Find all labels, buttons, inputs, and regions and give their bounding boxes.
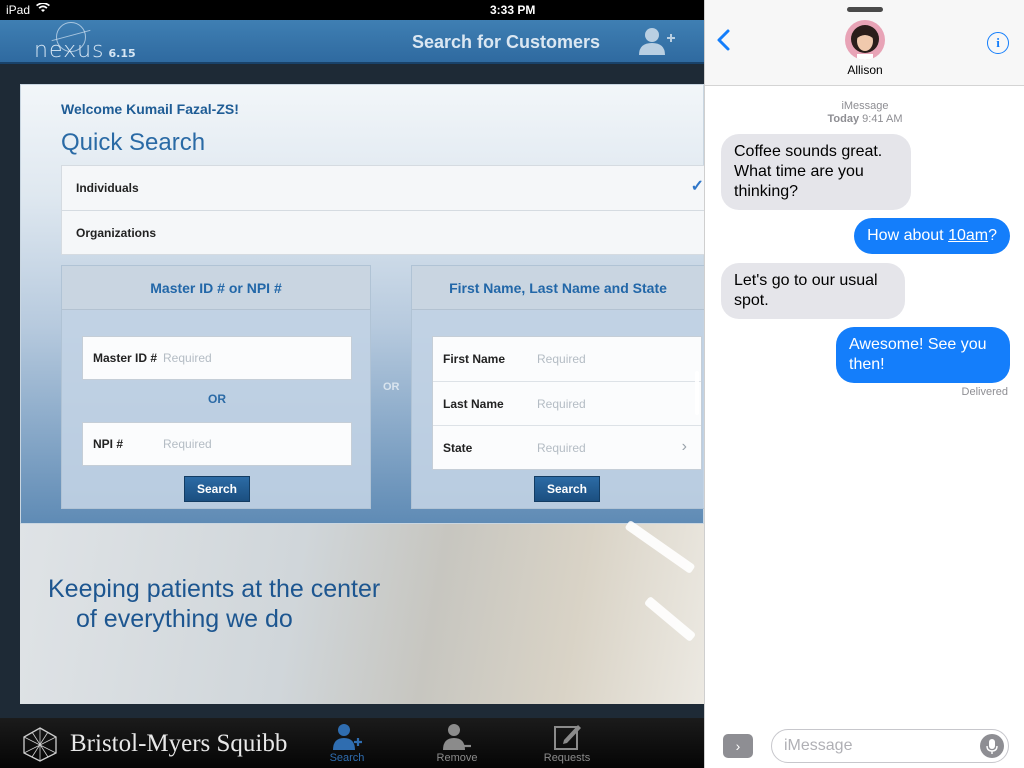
- field-placeholder: Required: [537, 352, 586, 366]
- logo-text: nexus: [34, 38, 105, 63]
- slide-over-grabber[interactable]: [847, 7, 883, 12]
- or-divider-label: OR: [383, 381, 400, 393]
- user-remove-icon: [443, 724, 471, 750]
- nexus-logo: nexus 6.15: [34, 38, 136, 63]
- first-name-field[interactable]: First Name Required: [433, 337, 701, 381]
- message-bubble-incoming[interactable]: Let's go to our usual spot.: [721, 263, 905, 319]
- compose-icon: [554, 725, 581, 750]
- status-bar: iPad 3:33 PM: [0, 0, 704, 20]
- field-placeholder: Required: [163, 351, 212, 365]
- field-placeholder: Required: [537, 440, 586, 455]
- wifi-icon: [36, 2, 50, 16]
- id-card-title: Master ID # or NPI #: [62, 266, 370, 310]
- tagline-line-1: Keeping patients at the center: [48, 575, 381, 603]
- chevron-right-icon: ›: [681, 438, 687, 455]
- tab-remove[interactable]: Remove: [422, 720, 492, 766]
- app-version: 6.15: [108, 47, 136, 60]
- last-name-field[interactable]: Last Name Required: [433, 381, 701, 425]
- app-header: nexus 6.15 Search for Customers: [0, 20, 704, 64]
- field-label: State: [443, 440, 473, 455]
- delivery-status: Delivered: [961, 386, 1008, 398]
- date-label: Today: [827, 113, 860, 125]
- avatar[interactable]: [845, 20, 885, 60]
- status-time: 3:33 PM: [490, 3, 536, 17]
- state-field[interactable]: State Required ›: [433, 425, 701, 469]
- time-label: 9:41 AM: [862, 113, 903, 125]
- ceiling-light-decoration: [624, 519, 696, 575]
- field-placeholder: Required: [163, 437, 212, 451]
- microphone-icon[interactable]: [980, 734, 1004, 758]
- tab-label: Search: [329, 752, 365, 764]
- ceiling-light-decoration: [643, 595, 697, 643]
- thread-timestamp: iMessage Today 9:41 AM: [705, 100, 1024, 126]
- input-placeholder: iMessage: [784, 737, 853, 754]
- id-search-card: Master ID # or NPI # Master ID # Require…: [61, 265, 371, 509]
- field-label: NPI #: [93, 437, 124, 451]
- message-composer: › iMessage: [705, 722, 1024, 768]
- conversation-header: Allison i: [705, 0, 1024, 86]
- time-link[interactable]: 10am: [948, 227, 988, 244]
- info-icon[interactable]: i: [987, 32, 1009, 54]
- app-drawer-button[interactable]: ›: [723, 734, 753, 758]
- message-input[interactable]: iMessage: [771, 729, 1009, 763]
- search-type-label: Organizations: [76, 225, 157, 240]
- back-chevron-icon[interactable]: [715, 28, 731, 57]
- page-title: Search for Customers: [412, 32, 601, 52]
- name-card-title: First Name, Last Name and State: [412, 266, 704, 310]
- messages-slide-over: Allison i iMessage Today 9:41 AM Coffee …: [704, 0, 1024, 768]
- tab-search[interactable]: Search: [312, 720, 382, 766]
- search-type-label: Individuals: [76, 181, 139, 195]
- field-placeholder: Required: [537, 396, 586, 411]
- search-type-individuals[interactable]: Individuals ✓: [62, 166, 704, 210]
- name-search-button[interactable]: Search: [534, 476, 600, 502]
- name-search-card: First Name, Last Name and State First Na…: [411, 265, 704, 509]
- nexus-app: nexus 6.15 Search for Customers Welcome K…: [0, 20, 704, 768]
- tagline-line-2: of everything we do: [76, 605, 293, 633]
- message-bubble-outgoing[interactable]: Awesome! See you then!: [836, 327, 1010, 383]
- bms-logo-icon: [20, 726, 60, 762]
- quick-search-panel: Welcome Kumail Fazal-ZS! Quick Search In…: [20, 84, 704, 524]
- message-text: ?: [988, 227, 997, 244]
- quick-search-title: Quick Search: [61, 129, 206, 156]
- field-label: Master ID #: [93, 351, 158, 365]
- field-label: Last Name: [443, 396, 504, 411]
- tab-requests[interactable]: Requests: [532, 720, 602, 766]
- message-text: How about: [867, 227, 949, 244]
- or-label: OR: [208, 392, 226, 406]
- name-fields: First Name Required Last Name Required S…: [432, 336, 702, 470]
- welcome-message: Welcome Kumail Fazal-ZS!: [61, 101, 239, 117]
- add-customer-icon[interactable]: [636, 26, 676, 56]
- search-type-list: Individuals ✓ Organizations: [61, 165, 704, 255]
- device-label: iPad: [6, 3, 31, 17]
- tab-label: Requests: [543, 752, 591, 764]
- master-id-field[interactable]: Master ID # Required: [82, 336, 352, 380]
- scroll-indicator[interactable]: [695, 371, 699, 415]
- message-bubble-incoming[interactable]: Coffee sounds great. What time are you t…: [721, 134, 911, 210]
- contact-name[interactable]: Allison: [705, 63, 1024, 77]
- service-label: iMessage: [841, 100, 889, 112]
- field-label: First Name: [443, 352, 506, 366]
- company-name: Bristol-Myers Squibb: [70, 730, 288, 757]
- tab-bar: Bristol-Myers Squibb Search Remove Reque…: [0, 718, 704, 768]
- message-bubble-outgoing[interactable]: How about 10am?: [854, 218, 1010, 254]
- brand-tagline: Keeping patients at the center of everyt…: [48, 574, 380, 634]
- user-add-icon: [333, 724, 362, 750]
- checkmark-icon: ✓: [690, 178, 704, 195]
- brand-banner: Keeping patients at the center of everyt…: [20, 519, 704, 704]
- tab-label: Remove: [436, 752, 478, 764]
- search-type-organizations[interactable]: Organizations: [62, 210, 704, 254]
- id-search-button[interactable]: Search: [184, 476, 250, 502]
- npi-field[interactable]: NPI # Required: [82, 422, 352, 466]
